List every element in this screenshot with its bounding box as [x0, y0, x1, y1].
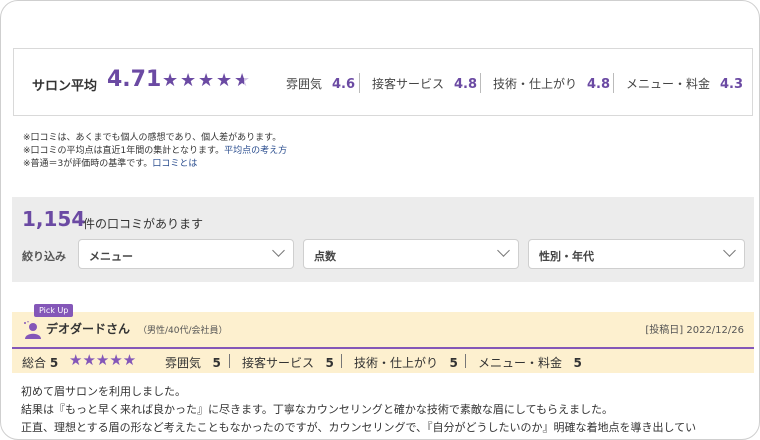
review-notes: ※口コミは、あくまでも個人の感想であり、個人差があります。 ※口コミの平均点は直…: [23, 132, 287, 171]
review-date: [投稿日] 2022/12/26: [645, 325, 744, 336]
chevron-down-icon: [497, 244, 510, 257]
menu-filter-select[interactable]: メニュー: [78, 239, 294, 269]
divider: [465, 354, 466, 368]
divider: [613, 73, 614, 93]
rating-technique: 技術・仕上がり 5: [354, 356, 458, 370]
divider: [359, 73, 360, 93]
rating-menu-price: メニュー・料金 5: [478, 356, 582, 370]
review-body-line: 結果は『もっと早く来れば良かった』に尽きます。丁寧なカウンセリングと確かな技術で…: [21, 403, 614, 416]
page-frame: サロン平均 4.71 ★ ★ ★ ★ ★ 雰囲気 4.6 接客サービス 4.8 技術・仕上が…: [0, 0, 760, 440]
salon-average-label: サロン平均: [32, 79, 98, 94]
category-service: 接客サービス 4.8: [372, 77, 478, 92]
gender-age-filter-select[interactable]: 性別・年代: [528, 239, 745, 269]
pickup-badge: Pick Up: [34, 304, 74, 317]
filter-label: 絞り込み: [22, 250, 66, 263]
overall-rating: 総合 5: [22, 356, 59, 370]
salon-average-summary: サロン平均 4.71 ★ ★ ★ ★ ★ 雰囲気 4.6 接客サービス 4.8 技術・仕上が…: [13, 48, 753, 116]
review-count-text: 件の口コミがあります: [83, 217, 204, 231]
review-body-line: 初めて眉サロンを利用しました。: [21, 385, 186, 398]
chevron-down-icon: [272, 244, 285, 257]
note-line: ※口コミは、あくまでも個人の感想であり、個人差があります。: [23, 133, 282, 143]
review-star-rating: ★★★★★: [69, 351, 137, 369]
reviewer-name: デオダードさん: [46, 322, 131, 336]
star-icon: ★: [180, 70, 197, 91]
score-filter-select[interactable]: 点数: [303, 239, 519, 269]
reviewer-attributes: （男性/40代/会社員）: [138, 326, 228, 336]
review-body: 初めて眉サロンを利用しました。 結果は『もっと早く来れば良かった』に尽きます。丁…: [21, 383, 696, 437]
review-rating-row: 総合 5 ★★★★★ 雰囲気 5 接客サービス 5 技術・仕上がり 5 メニュー…: [12, 349, 754, 373]
review-header: デオダードさん （男性/40代/会社員） [投稿日] 2022/12/26: [12, 312, 754, 347]
note-line: ※普通＝3が評価時の基準です。口コミとは: [23, 159, 198, 169]
average-star-rating: ★ ★ ★ ★ ★: [162, 70, 252, 91]
star-icon: ★: [216, 70, 233, 91]
note-line: ※口コミの平均点は直近1年間の集計となります。平均点の考え方: [23, 146, 288, 156]
chevron-down-icon: [723, 244, 736, 257]
divider: [229, 354, 230, 368]
review-filter-panel: 1,154 件の口コミがあります 絞り込み メニュー 点数 性別・年代: [12, 197, 754, 282]
half-star-icon: ★: [234, 70, 251, 91]
review-count: 1,154: [22, 207, 86, 231]
average-explanation-link[interactable]: 平均点の考え方: [224, 146, 287, 156]
review-body-line: 正直、理想とする眉の形など考えたこともなかったのですが、カウンセリングで、『自分…: [21, 421, 697, 434]
rating-service: 接客サービス 5: [242, 356, 334, 370]
star-icon: ★: [162, 70, 179, 91]
divider: [480, 73, 481, 93]
divider: [341, 354, 342, 368]
category-atmosphere: 雰囲気 4.6: [286, 77, 356, 92]
star-icon: ★: [198, 70, 215, 91]
user-avatar-icon: [24, 321, 41, 339]
salon-average-score: 4.71: [107, 67, 162, 92]
rating-atmosphere: 雰囲気 5: [165, 356, 221, 370]
about-reviews-link[interactable]: 口コミとは: [152, 159, 197, 169]
category-technique: 技術・仕上がり 4.8: [493, 77, 611, 92]
category-menu-price: メニュー・料金 4.3: [626, 77, 744, 92]
